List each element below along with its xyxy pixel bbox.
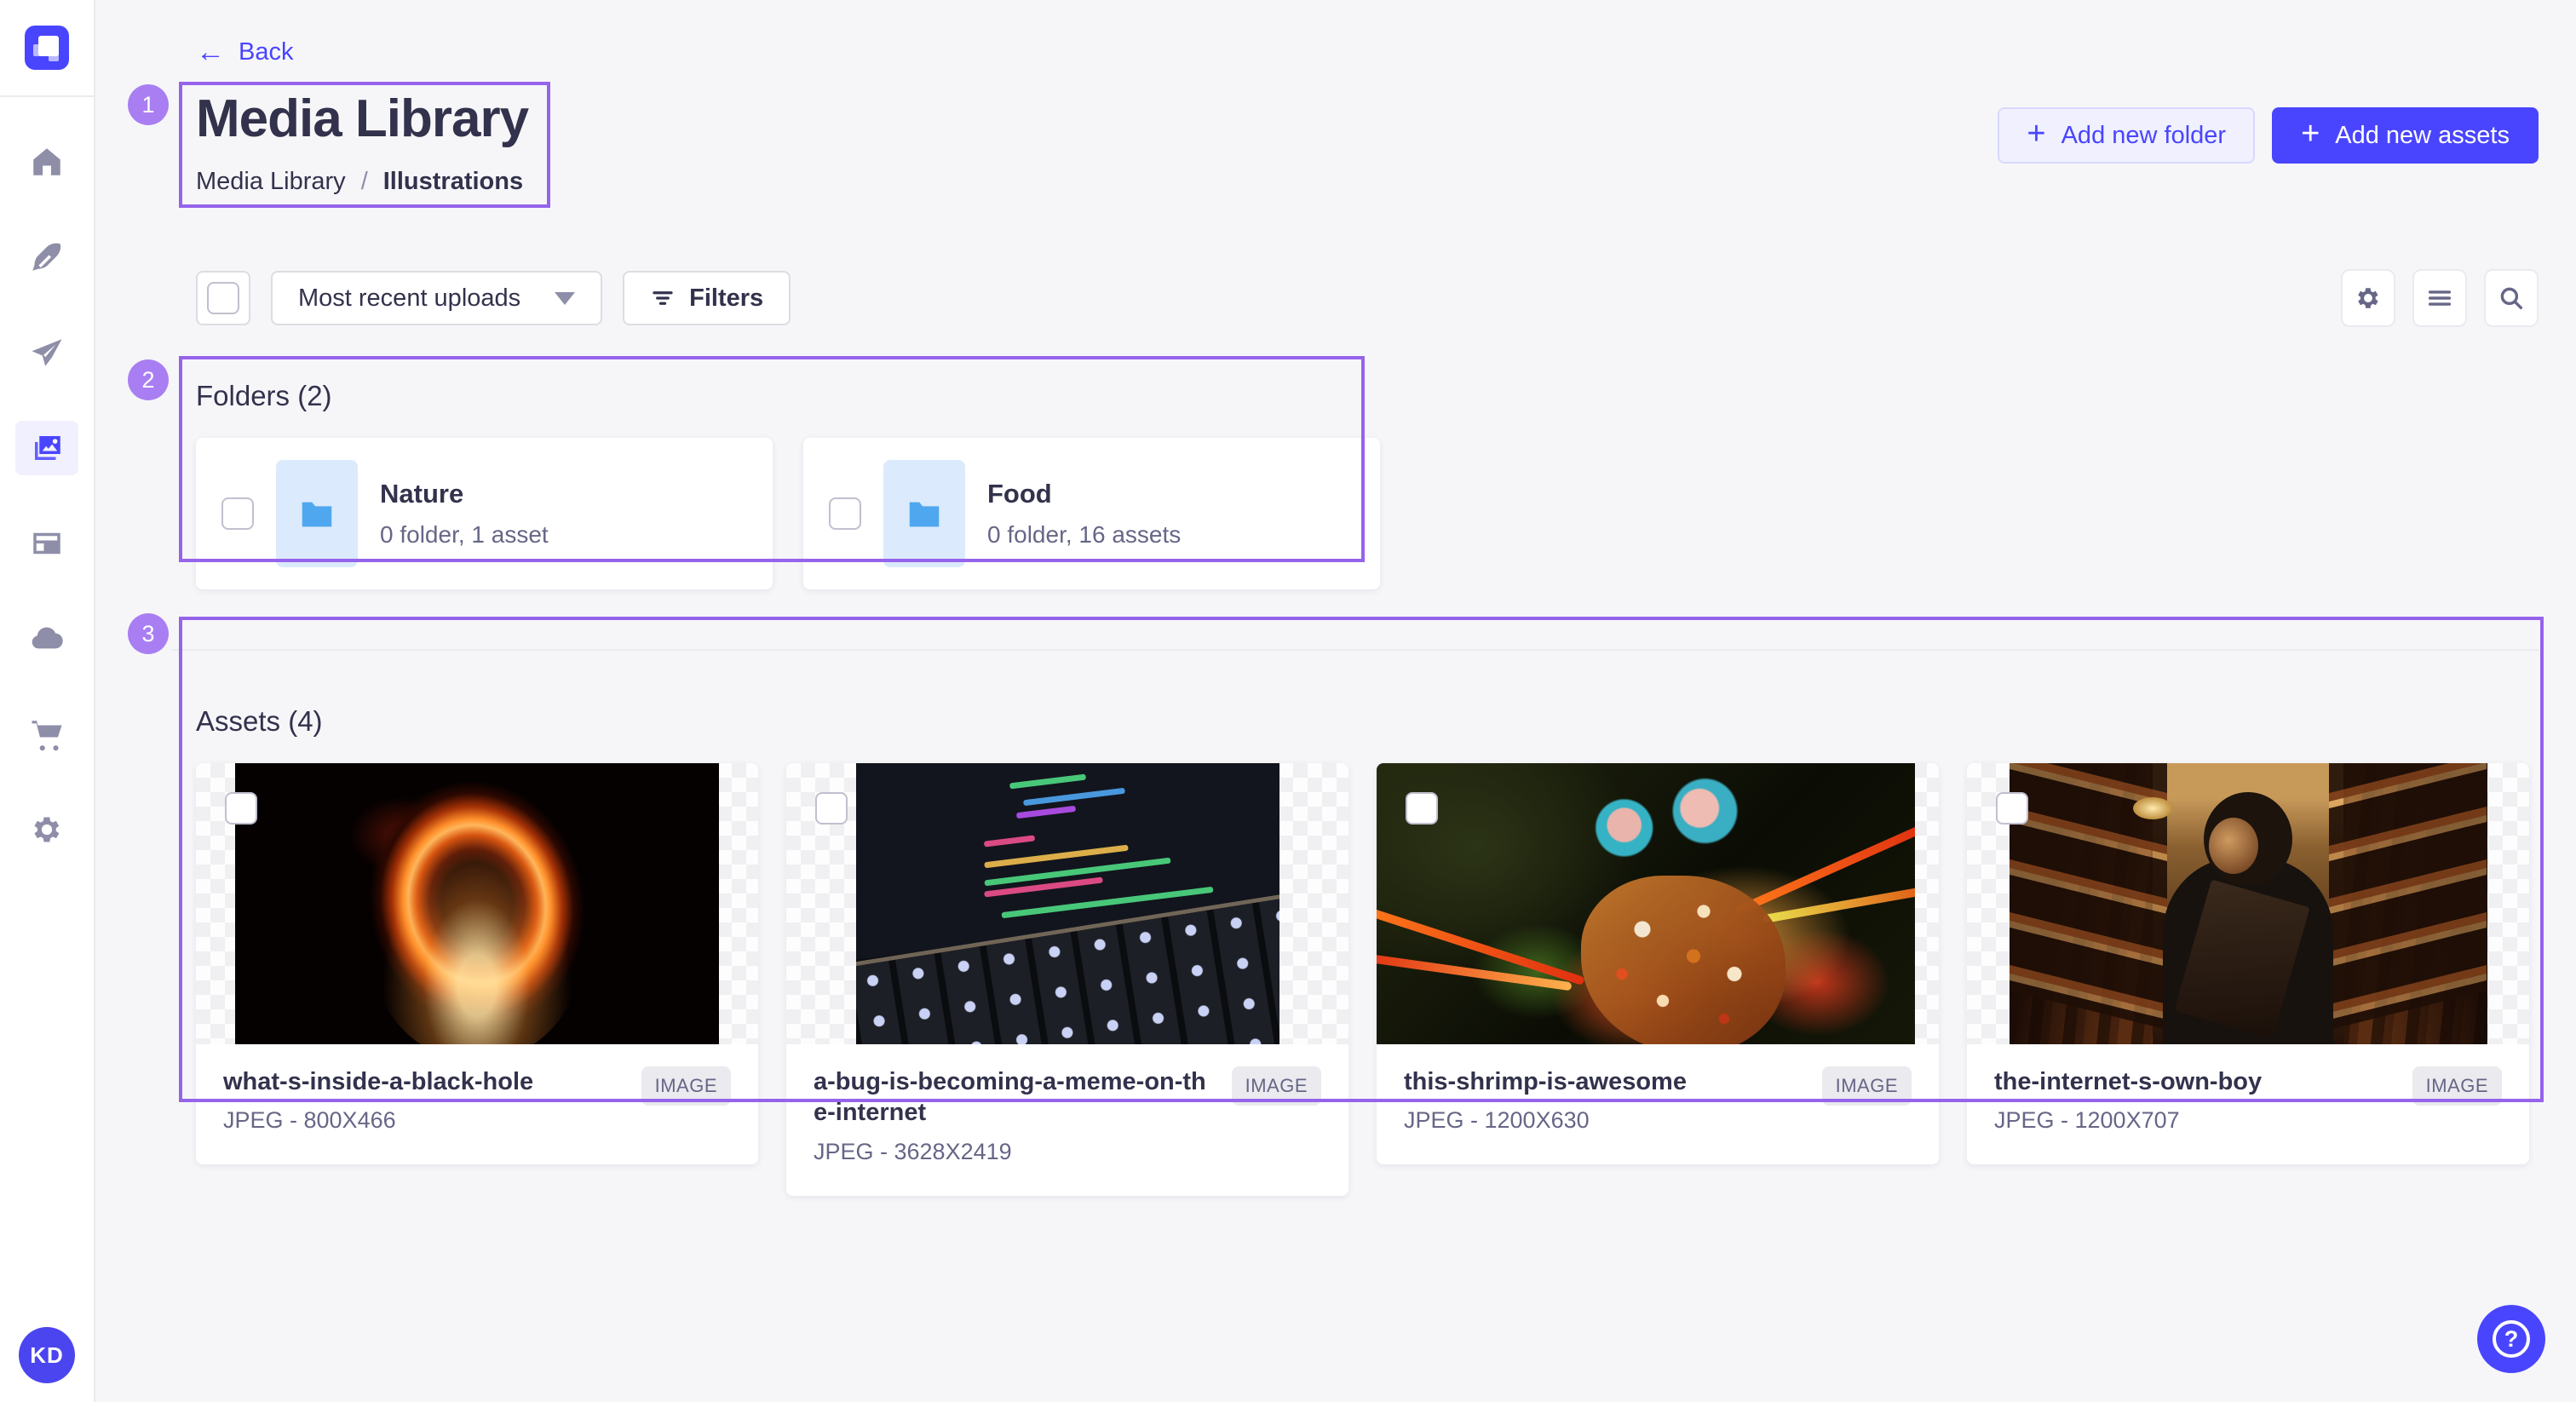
black-hole-image [235, 763, 719, 1044]
strapi-logo[interactable] [25, 26, 69, 70]
folder-meta: 0 folder, 16 assets [987, 521, 1181, 549]
folder-card-food[interactable]: Food 0 folder, 16 assets [803, 438, 1380, 589]
asset-title: what-s-inside-a-black-hole [223, 1066, 624, 1097]
asset-type-badge: IMAGE [1232, 1066, 1321, 1106]
folder-checkbox[interactable] [829, 497, 861, 530]
sidebar: KD [0, 0, 95, 1402]
sidebar-item-media-library[interactable] [15, 421, 78, 475]
asset-thumbnail[interactable] [1967, 763, 2529, 1044]
sort-select[interactable]: Most recent uploads [271, 271, 602, 325]
title-block: Media Library Media Library / Illustrati… [196, 89, 528, 196]
folder-tile [276, 460, 358, 567]
select-all-tile[interactable] [196, 271, 250, 325]
asset-meta: JPEG - 1200X630 [1404, 1107, 1805, 1134]
media-library-icon [29, 430, 65, 466]
content-manager-feather-icon [29, 239, 65, 275]
add-assets-label: Add new assets [2335, 122, 2510, 150]
sort-select-value: Most recent uploads [298, 284, 520, 313]
settings-gear-icon [2354, 284, 2383, 313]
asset-title: the-internet-s-own-boy [1994, 1066, 2395, 1097]
mantis-shrimp-image [1377, 763, 1915, 1044]
breadcrumb-root[interactable]: Media Library [196, 168, 346, 196]
folder-card-nature[interactable]: Nature 0 folder, 1 asset [196, 438, 773, 589]
plus-icon: + [2301, 118, 2320, 150]
sidebar-item-settings[interactable] [15, 802, 78, 857]
asset-checkbox[interactable] [225, 792, 257, 825]
add-new-assets-button[interactable]: + Add new assets [2272, 107, 2539, 164]
folder-icon [905, 494, 944, 533]
sidebar-item-content-manager[interactable] [15, 230, 78, 284]
folder-icon [297, 494, 336, 533]
folders-heading: Folders (2) [196, 380, 2539, 412]
asset-thumbnail[interactable] [1377, 763, 1939, 1044]
folder-name: Nature [380, 479, 549, 509]
asset-checkbox[interactable] [1996, 792, 2028, 825]
filter-icon [650, 285, 676, 311]
library-portrait-image [2010, 763, 2487, 1044]
list-view-icon [2425, 284, 2454, 313]
page-title: Media Library [196, 89, 528, 149]
assets-section: Assets (4) what-s-inside-a-black-hole JP… [196, 705, 2539, 1196]
laptop-code-image [856, 763, 1279, 1044]
folder-tile [883, 460, 965, 567]
folders-section: Folders (2) Nature 0 folder, 1 asset Foo… [196, 380, 2539, 589]
main-content: ← Back Media Library Media Library / Ill… [95, 0, 2576, 1196]
asset-title: this-shrimp-is-awesome [1404, 1066, 1805, 1097]
filters-button[interactable]: Filters [623, 271, 791, 325]
assets-heading: Assets (4) [196, 705, 2539, 738]
search-button[interactable] [2484, 269, 2539, 327]
list-view-button[interactable] [2412, 269, 2467, 327]
asset-checkbox[interactable] [1406, 792, 1438, 825]
select-all-checkbox[interactable] [207, 282, 239, 314]
asset-thumbnail[interactable] [786, 763, 1348, 1044]
folder-name: Food [987, 479, 1181, 509]
asset-card-shrimp[interactable]: this-shrimp-is-awesome JPEG - 1200X630 I… [1377, 763, 1939, 1164]
add-folder-label: Add new folder [2061, 122, 2226, 150]
folder-checkbox[interactable] [221, 497, 254, 530]
breadcrumb: Media Library / Illustrations [196, 168, 528, 196]
back-arrow-icon: ← [196, 37, 225, 66]
content-type-builder-icon [29, 526, 65, 561]
asset-title: a-bug-is-becoming-a-meme-on-the-internet [814, 1066, 1215, 1129]
asset-checkbox[interactable] [815, 792, 848, 825]
back-label: Back [239, 38, 293, 66]
sidebar-item-home[interactable] [15, 135, 78, 189]
asset-card-bug-meme[interactable]: a-bug-is-becoming-a-meme-on-the-internet… [786, 763, 1348, 1196]
asset-type-badge: IMAGE [1822, 1066, 1912, 1106]
sidebar-item-marketplace[interactable] [15, 707, 78, 761]
asset-type-badge: IMAGE [2412, 1066, 2502, 1106]
home-icon [29, 144, 65, 180]
filters-label: Filters [689, 284, 763, 313]
search-icon [2497, 284, 2526, 313]
asset-thumbnail[interactable] [196, 763, 758, 1044]
back-link[interactable]: ← Back [196, 37, 293, 66]
sidebar-nav [15, 97, 78, 857]
plus-icon: + [2027, 118, 2045, 150]
question-mark-icon: ? [2493, 1320, 2530, 1358]
sidebar-item-content-type-builder[interactable] [15, 516, 78, 571]
sidebar-item-deploy[interactable] [15, 612, 78, 666]
marketplace-cart-icon [29, 716, 65, 752]
release-paper-plane-icon [29, 335, 65, 371]
settings-gear-icon [29, 812, 65, 848]
logo-container [0, 0, 95, 97]
asset-meta: JPEG - 800X466 [223, 1107, 624, 1134]
breadcrumb-current: Illustrations [383, 168, 523, 196]
user-avatar[interactable]: KD [19, 1327, 75, 1383]
asset-card-black-hole[interactable]: what-s-inside-a-black-hole JPEG - 800X46… [196, 763, 758, 1164]
add-new-folder-button[interactable]: + Add new folder [1998, 107, 2255, 164]
help-button[interactable]: ? [2477, 1305, 2545, 1373]
asset-meta: JPEG - 1200X707 [1994, 1107, 2395, 1134]
breadcrumb-separator: / [361, 168, 368, 196]
asset-type-badge: IMAGE [641, 1066, 731, 1106]
section-divider [172, 649, 2539, 651]
asset-meta: JPEG - 3628X2419 [814, 1139, 1215, 1165]
sidebar-item-releases[interactable] [15, 325, 78, 380]
folder-meta: 0 folder, 1 asset [380, 521, 549, 549]
media-settings-button[interactable] [2341, 269, 2395, 327]
deploy-cloud-icon [29, 621, 65, 657]
asset-card-internets-own-boy[interactable]: the-internet-s-own-boy JPEG - 1200X707 I… [1967, 763, 2529, 1164]
chevron-down-icon [555, 292, 575, 305]
